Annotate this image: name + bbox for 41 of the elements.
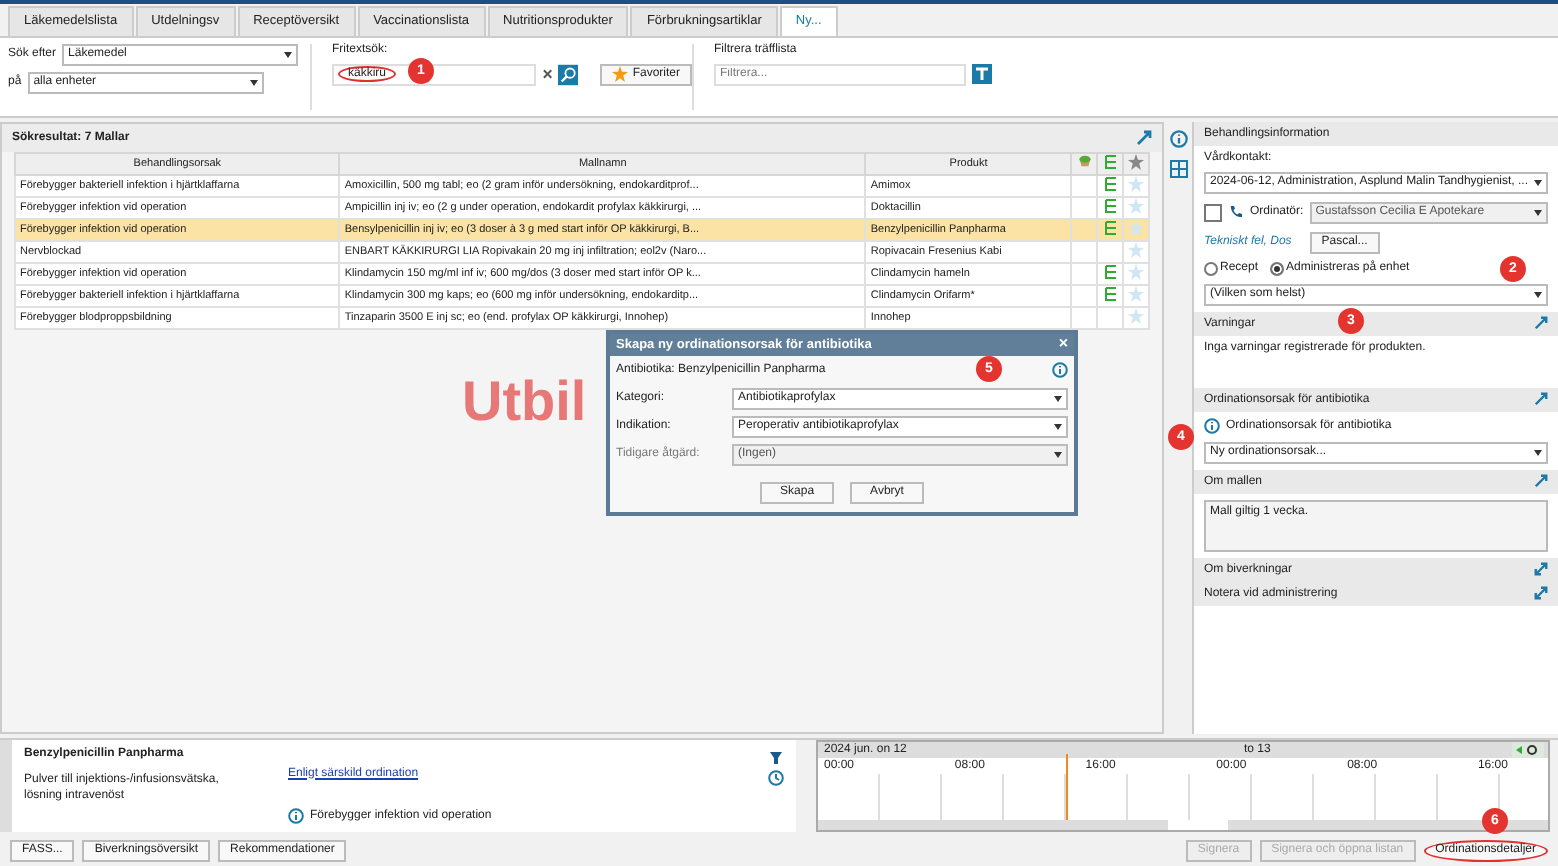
expand-icon[interactable] — [1534, 586, 1548, 601]
close-button[interactable]: × — [1058, 337, 1068, 352]
collapse-icon[interactable] — [1534, 474, 1548, 489]
caret-icon — [1534, 209, 1542, 216]
star-icon[interactable] — [1128, 241, 1145, 258]
star-icon[interactable] — [1128, 175, 1145, 192]
info-icon[interactable] — [1169, 129, 1188, 148]
collapse-icon[interactable] — [1534, 392, 1548, 407]
caret-icon — [1054, 451, 1062, 458]
tree-icon — [1103, 153, 1118, 170]
star-icon[interactable] — [1128, 307, 1145, 324]
filter-icon[interactable] — [972, 64, 992, 85]
caret-icon — [249, 79, 258, 86]
clock-icon — [768, 769, 784, 785]
star-icon[interactable] — [1128, 285, 1145, 302]
star-icon — [1128, 153, 1145, 170]
caret-icon — [1054, 423, 1062, 430]
collapse-icon[interactable] — [1534, 316, 1548, 331]
zoom-icon[interactable] — [1512, 741, 1544, 757]
star-icon[interactable] — [1128, 219, 1145, 236]
info-icon — [1204, 417, 1220, 434]
phone-icon — [1228, 204, 1244, 221]
checkbox[interactable] — [1204, 203, 1222, 222]
star-icon[interactable] — [1128, 263, 1145, 280]
caret-icon — [284, 51, 293, 58]
watermark-text: Utbil — [462, 369, 587, 434]
grid-icon[interactable] — [1169, 159, 1188, 178]
now-marker — [1066, 753, 1068, 821]
clear-icon[interactable] — [541, 68, 553, 81]
star-icon — [612, 66, 629, 83]
expand-icon[interactable] — [1534, 562, 1548, 577]
search-icon[interactable] — [558, 63, 579, 86]
info-icon[interactable] — [1052, 361, 1068, 378]
caret-icon — [1534, 179, 1542, 186]
caret-icon — [1534, 291, 1542, 298]
collapse-icon[interactable] — [1136, 129, 1153, 146]
star-icon[interactable] — [1128, 197, 1145, 214]
caret-icon — [1534, 449, 1542, 456]
caret-icon — [1054, 395, 1062, 402]
pot-icon — [1077, 154, 1092, 169]
info-icon — [288, 807, 304, 823]
